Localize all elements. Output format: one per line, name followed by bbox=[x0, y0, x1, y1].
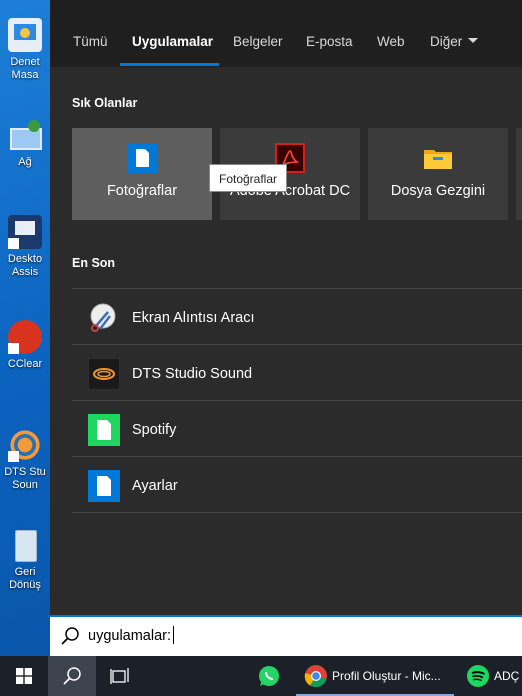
tab-all[interactable]: Tümü bbox=[73, 0, 108, 67]
list-item-snipping-tool[interactable]: Ekran Alıntısı Aracı bbox=[72, 289, 522, 345]
tab-bar: Tümü Uygulamalar Belgeler E-posta Web Di… bbox=[50, 0, 522, 67]
text-cursor bbox=[173, 626, 175, 645]
divider bbox=[72, 512, 522, 513]
control-panel-icon bbox=[8, 18, 42, 52]
desktop-icon-network[interactable]: Ağ bbox=[0, 118, 50, 169]
list-item-spotify[interactable]: Spotify bbox=[72, 401, 522, 457]
desktop-icon-control-panel[interactable]: Denet Masa bbox=[0, 18, 50, 82]
tab-more-label: Diğer bbox=[430, 34, 463, 49]
search-icon bbox=[61, 627, 79, 645]
list-item-label: DTS Studio Sound bbox=[132, 366, 253, 382]
search-panel: Tümü Uygulamalar Belgeler E-posta Web Di… bbox=[50, 0, 522, 615]
desktop-icon-recycle-bin[interactable]: Geri Dönüş bbox=[0, 528, 50, 592]
chrome-taskbar-label: Profil Oluştur - Mic... bbox=[332, 669, 441, 683]
document-icon bbox=[127, 143, 157, 173]
folder-icon bbox=[424, 150, 452, 169]
desktop-icon-desktop-assistant[interactable]: Deskto Assis bbox=[0, 215, 50, 279]
dts-studio-sound-icon bbox=[8, 428, 42, 462]
whatsapp-icon bbox=[259, 666, 279, 686]
list-item-label: Ekran Alıntısı Aracı bbox=[132, 310, 255, 326]
task-view-icon bbox=[110, 668, 129, 684]
tile-label: Dosya Gezgini bbox=[390, 183, 486, 199]
tile-partial[interactable] bbox=[516, 128, 522, 220]
desktop-icon-dts[interactable]: DTS Stu Soun bbox=[0, 428, 50, 492]
spotify-taskbar-button[interactable]: ADÇ L bbox=[458, 656, 522, 696]
task-view-button[interactable] bbox=[96, 656, 144, 696]
desktop-icon-label: DTS Stu Soun bbox=[4, 466, 46, 491]
desktop-assistant-icon bbox=[8, 215, 42, 249]
recycle-bin-icon bbox=[8, 528, 42, 562]
network-icon bbox=[8, 118, 42, 152]
dts-icon bbox=[88, 358, 120, 390]
list-item-dts-studio-sound[interactable]: DTS Studio Sound bbox=[72, 345, 522, 401]
document-icon bbox=[88, 470, 120, 502]
snipping-tool-icon bbox=[90, 303, 116, 332]
chrome-taskbar-button[interactable]: Profil Oluştur - Mic... bbox=[296, 656, 454, 696]
desktop-icon-label: Geri Dönüş bbox=[9, 566, 41, 591]
desktop-icon-label: Ağ bbox=[18, 156, 32, 168]
chrome-icon bbox=[304, 665, 327, 688]
active-tab-indicator bbox=[120, 63, 219, 66]
tile-label: Fotoğraflar bbox=[106, 183, 178, 199]
favorites-title: Sık Olanlar bbox=[72, 96, 138, 110]
tab-documents[interactable]: Belgeler bbox=[233, 0, 283, 67]
desktop-icon-label: Deskto Assis bbox=[7, 253, 43, 278]
windows-logo-icon bbox=[16, 668, 32, 684]
list-item-label: Spotify bbox=[132, 422, 177, 438]
spotify-taskbar-label: ADÇ L bbox=[494, 669, 522, 683]
whatsapp-taskbar-button[interactable] bbox=[244, 656, 292, 696]
tab-web[interactable]: Web bbox=[377, 0, 405, 67]
taskbar: Profil Oluştur - Mic... ADÇ L bbox=[0, 656, 522, 696]
document-icon bbox=[88, 414, 120, 446]
tile-file-explorer[interactable]: Dosya Gezgini bbox=[368, 128, 508, 220]
search-box[interactable]: uygulamalar: bbox=[50, 615, 522, 656]
list-item-label: Ayarlar bbox=[132, 478, 178, 494]
start-button[interactable] bbox=[0, 656, 48, 696]
desktop-icon-ccleaner[interactable]: CClear bbox=[0, 320, 50, 371]
tab-apps[interactable]: Uygulamalar bbox=[132, 0, 213, 67]
search-taskbar-button[interactable] bbox=[48, 656, 96, 696]
search-input[interactable]: uygulamalar: bbox=[88, 617, 175, 656]
search-input-value: uygulamalar: bbox=[88, 628, 172, 644]
chevron-down-icon bbox=[468, 37, 479, 43]
tab-email[interactable]: E-posta bbox=[306, 0, 353, 67]
desktop-icon-label: Denet Masa bbox=[10, 56, 40, 81]
list-item-settings[interactable]: Ayarlar bbox=[72, 457, 522, 513]
tab-more[interactable]: Diğer bbox=[430, 0, 479, 67]
desktop-icon-label: CClear bbox=[7, 358, 43, 370]
tile-photos[interactable]: Fotoğraflar bbox=[72, 128, 212, 220]
search-icon bbox=[63, 667, 81, 685]
recent-title: En Son bbox=[72, 256, 116, 270]
tooltip: Fotoğraflar bbox=[209, 164, 287, 192]
spotify-icon bbox=[467, 665, 489, 687]
ccleaner-icon bbox=[8, 320, 42, 354]
